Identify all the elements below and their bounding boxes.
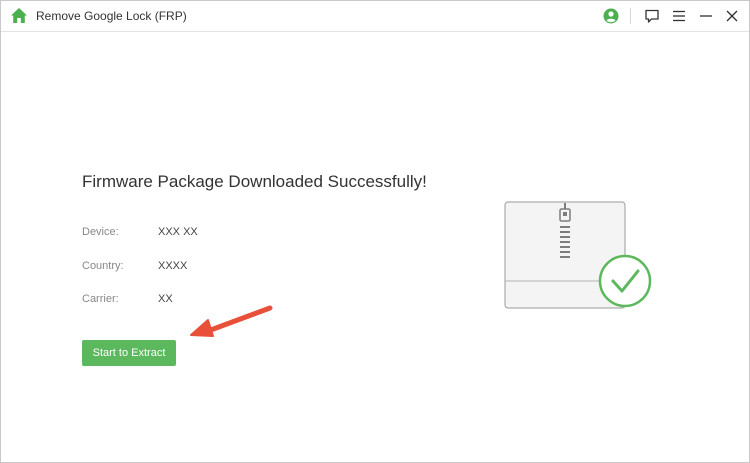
page-title: Firmware Package Downloaded Successfully… [82,172,427,191]
minimize-icon[interactable] [698,8,714,24]
pointer-arrow-icon [190,305,273,337]
firmware-package-icon [504,201,652,309]
device-value: XXX XX [158,226,198,238]
title-bar: Remove Google Lock (FRP) [1,1,749,32]
country-value: XXXX [158,260,188,272]
device-label: Device: [82,226,119,238]
carrier-value: XX [158,293,173,305]
start-extract-button[interactable]: Start to Extract [82,340,176,366]
carrier-label: Carrier: [82,293,119,305]
home-icon[interactable] [10,7,28,24]
account-icon[interactable] [603,8,619,24]
toolbar-separator [630,8,631,24]
feedback-icon[interactable] [644,8,660,24]
menu-icon[interactable] [671,8,687,24]
window-title: Remove Google Lock (FRP) [36,9,187,23]
app-window: Remove Google Lock (FRP) Firmware Packag… [0,0,750,463]
country-label: Country: [82,260,124,272]
close-icon[interactable] [724,8,740,24]
